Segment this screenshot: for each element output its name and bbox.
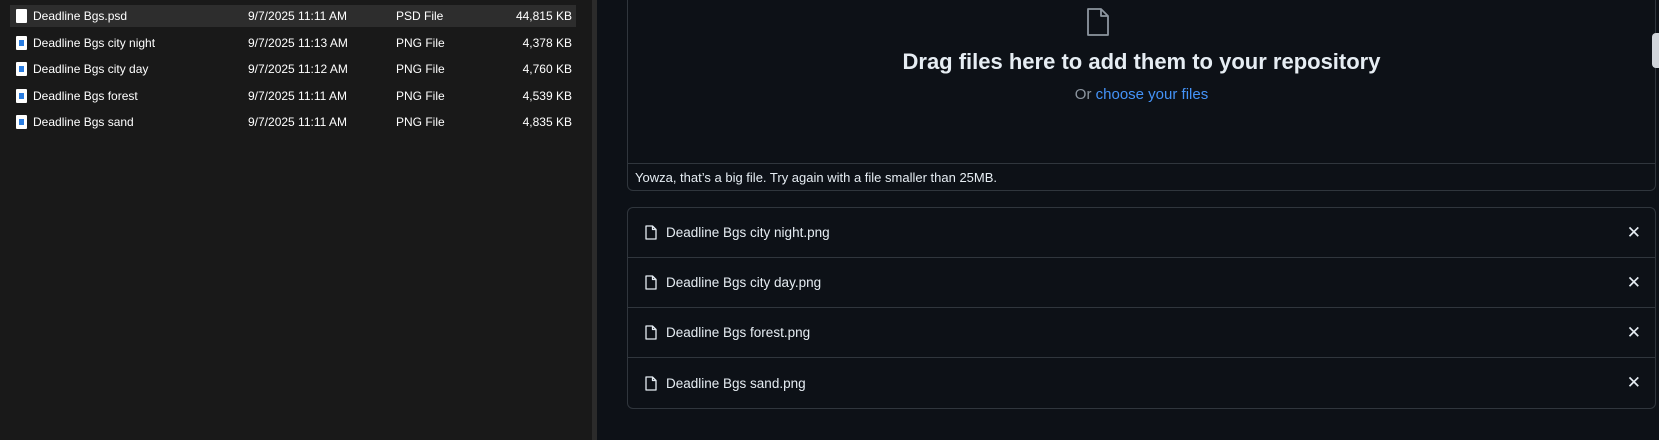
dropzone-title: Drag files here to add them to your repo…: [902, 49, 1381, 74]
file-icon: [645, 325, 657, 340]
psd-file-icon: [16, 9, 27, 23]
upload-file-name: Deadline Bgs forest.png: [666, 325, 811, 340]
file-icon: [645, 275, 657, 290]
upload-dropzone[interactable]: Drag files here to add them to your repo…: [627, 0, 1656, 191]
remove-file-button[interactable]: ✕: [1627, 273, 1641, 293]
file-name: Deadline Bgs forest: [33, 88, 138, 103]
choose-files-prompt: Or choose your files: [628, 86, 1655, 103]
pane-divider[interactable]: [592, 0, 597, 440]
file-type: PSD File: [396, 9, 444, 23]
png-file-icon: [16, 115, 27, 129]
png-file-icon: [16, 88, 27, 103]
file-name: Deadline Bgs.psd: [33, 9, 128, 23]
file-row[interactable]: Deadline Bgs city night 9/7/2025 11:13 A…: [10, 32, 576, 54]
file-icon: [1087, 8, 1109, 36]
file-size: 4,378 KB: [522, 35, 572, 50]
upload-file-item: Deadline Bgs city day.png ✕: [628, 258, 1655, 308]
file-date: 9/7/2025 11:13 AM: [248, 35, 348, 50]
upload-file-name: Deadline Bgs city day.png: [666, 275, 822, 290]
error-message: Yowza, that’s a big file. Try again with…: [628, 163, 1655, 190]
file-date: 9/7/2025 11:12 AM: [248, 62, 348, 76]
file-size: 4,539 KB: [522, 88, 572, 103]
upload-file-item: Deadline Bgs forest.png ✕: [628, 308, 1655, 358]
file-type: PNG File: [396, 115, 445, 129]
or-text: Or: [1074, 86, 1092, 103]
file-size: 4,835 KB: [522, 115, 572, 129]
file-icon: [645, 375, 657, 391]
file-date: 9/7/2025 11:11 AM: [248, 115, 347, 129]
file-size: 44,815 KB: [515, 9, 572, 23]
upload-file-name: Deadline Bgs city night.png: [666, 225, 830, 240]
remove-file-button[interactable]: ✕: [1627, 373, 1641, 393]
upload-file-item: Deadline Bgs city night.png ✕: [628, 208, 1655, 258]
file-size: 4,760 KB: [522, 62, 572, 76]
remove-file-button[interactable]: ✕: [1627, 223, 1641, 243]
choose-files-link[interactable]: choose your files: [1096, 86, 1209, 103]
remove-file-button[interactable]: ✕: [1627, 323, 1641, 343]
file-type: PNG File: [396, 35, 445, 50]
file-date: 9/7/2025 11:11 AM: [248, 88, 347, 103]
file-explorer: Deadline Bgs.psd 9/7/2025 11:11 AM PSD F…: [0, 0, 592, 440]
file-name: Deadline Bgs city night: [33, 35, 156, 50]
upload-file-list: Deadline Bgs city night.png ✕ Deadline B…: [627, 207, 1656, 409]
file-row[interactable]: Deadline Bgs city day 9/7/2025 11:12 AM …: [10, 58, 576, 80]
file-row[interactable]: Deadline Bgs sand 9/7/2025 11:11 AM PNG …: [10, 111, 576, 133]
upload-file-name: Deadline Bgs sand.png: [666, 375, 806, 391]
png-file-icon: [16, 62, 27, 76]
file-type: PNG File: [396, 62, 445, 76]
scrollbar-thumb[interactable]: [1652, 33, 1659, 68]
upload-file-item: Deadline Bgs sand.png ✕: [628, 358, 1655, 408]
png-file-icon: [16, 35, 27, 50]
file-date: 9/7/2025 11:11 AM: [248, 9, 347, 23]
file-type: PNG File: [396, 88, 445, 103]
file-name: Deadline Bgs city day: [33, 62, 149, 76]
file-name: Deadline Bgs sand: [33, 115, 134, 129]
file-icon: [645, 225, 657, 240]
file-row[interactable]: Deadline Bgs.psd 9/7/2025 11:11 AM PSD F…: [10, 5, 576, 27]
file-row[interactable]: Deadline Bgs forest 9/7/2025 11:11 AM PN…: [10, 85, 576, 107]
